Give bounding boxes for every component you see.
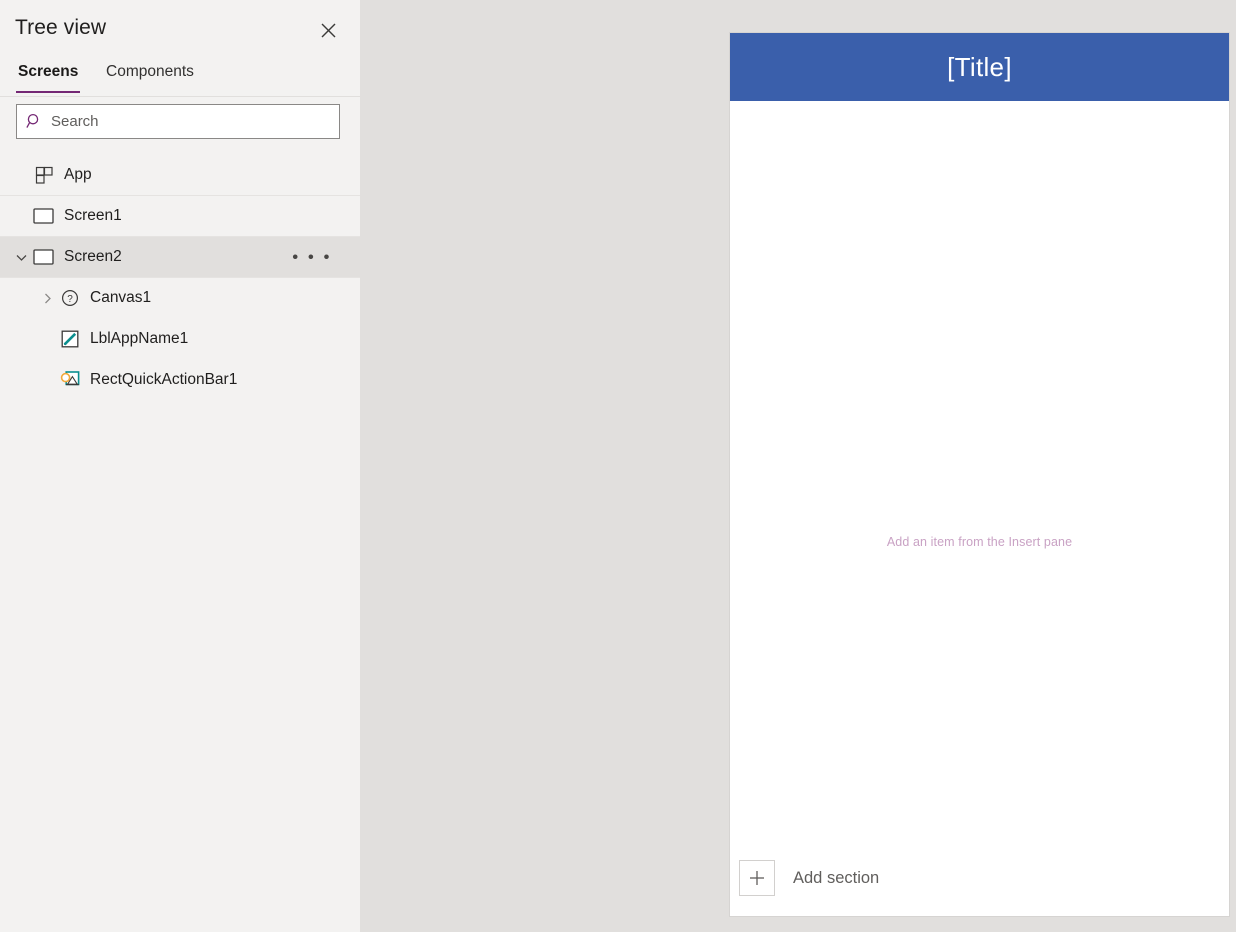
tree-item-label: Canvas1: [90, 289, 152, 306]
tree-item-label: Screen2: [64, 248, 122, 265]
empty-canvas-hint: Add an item from the Insert pane: [886, 535, 1073, 549]
screen-body[interactable]: Add an item from the Insert pane: [730, 101, 1229, 840]
tree-item-screen1[interactable]: Screen1: [0, 196, 360, 237]
tree-item-screen2[interactable]: Screen2 • • •: [0, 237, 360, 278]
page-title: Tree view: [15, 16, 107, 39]
tree-item-label: App: [64, 166, 92, 183]
search-box[interactable]: [16, 104, 340, 139]
search-input[interactable]: [51, 113, 321, 130]
app-screen-preview[interactable]: [Title] Add an item from the Insert pane…: [730, 33, 1229, 916]
tree-item-canvas1[interactable]: ? Canvas1: [0, 278, 360, 319]
search-icon: [17, 113, 51, 130]
tab-screens-label: Screens: [18, 63, 79, 80]
screen-title-bar[interactable]: [Title]: [730, 33, 1229, 101]
tab-screens[interactable]: Screens: [16, 58, 81, 96]
tab-components-label: Components: [106, 63, 194, 80]
tree-view-pane: Tree view Screens Components Search App …: [0, 0, 360, 932]
pane-header: Tree view: [0, 0, 360, 58]
app-grid-icon: [32, 164, 56, 186]
tree-item-rectquickactionbar1[interactable]: RectQuickActionBar1: [0, 360, 360, 401]
tree-item-label: RectQuickActionBar1: [90, 371, 238, 388]
screen-rect-icon: [32, 246, 56, 268]
close-icon[interactable]: [312, 14, 344, 46]
image-shape-icon: [58, 369, 82, 391]
svg-text:?: ?: [67, 294, 73, 305]
more-options-icon[interactable]: • • •: [292, 249, 332, 266]
label-pencil-icon: [58, 328, 82, 350]
add-section-label: Add section: [793, 868, 880, 887]
tab-bar: Screens Components: [0, 58, 360, 97]
tree-item-label: LblAppName1: [90, 330, 189, 347]
question-circle-icon: ?: [58, 287, 82, 309]
chevron-right-icon[interactable]: [36, 287, 58, 309]
tree-item-lblappname1[interactable]: LblAppName1: [0, 319, 360, 360]
screen-title-label: [Title]: [947, 51, 1012, 82]
canvas-workspace: [Title] Add an item from the Insert pane…: [360, 0, 1236, 932]
plus-icon[interactable]: [739, 860, 775, 896]
screen-rect-icon: [32, 205, 56, 227]
tree-item-app[interactable]: App: [0, 155, 360, 196]
add-section-button[interactable]: Add section: [730, 840, 1229, 916]
screens-tree: App Screen1 Screen2 • • • ? Canvas1 LblA…: [0, 155, 360, 401]
chevron-down-icon[interactable]: [10, 246, 32, 268]
tab-components[interactable]: Components: [104, 58, 196, 96]
tree-item-label: Screen1: [64, 207, 122, 224]
